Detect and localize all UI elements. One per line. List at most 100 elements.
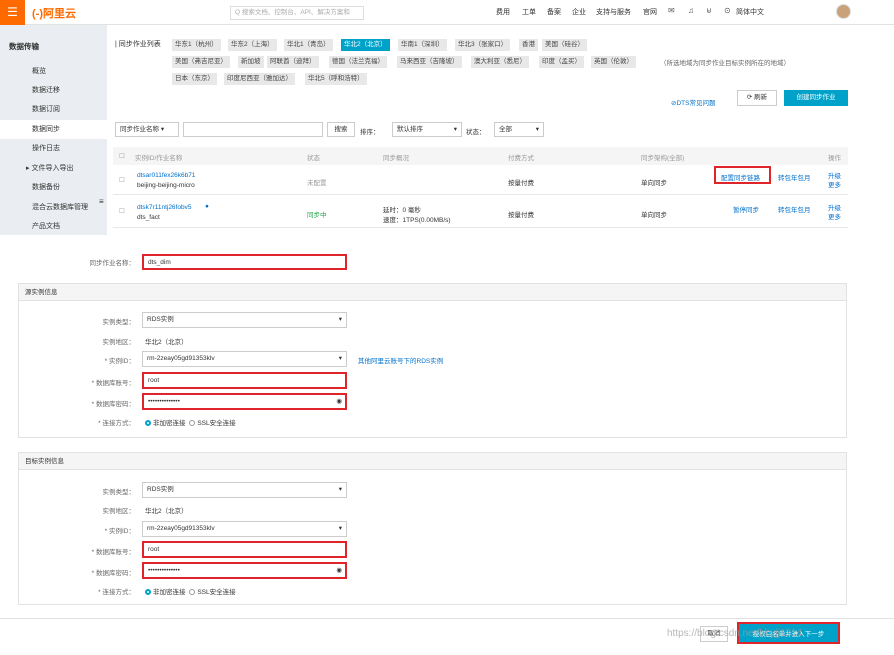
info-icon[interactable]: ●: [205, 203, 209, 210]
pause-link[interactable]: 暂停同步: [733, 204, 759, 214]
source-type-label: 实例类型：: [102, 319, 136, 326]
conn-ssl[interactable]: SSL安全连接: [197, 420, 235, 427]
target-type-select[interactable]: RDS实例 ▾: [142, 482, 347, 498]
region-tag[interactable]: 美国（弗吉尼亚）: [172, 56, 230, 68]
region-tag[interactable]: 华北5（呼和浩特）: [305, 73, 367, 85]
region-tag[interactable]: 印度（孟买）: [539, 56, 584, 68]
language-switch[interactable]: 简体中文: [736, 7, 764, 17]
delay-text: 延时：0 毫秒: [383, 207, 421, 214]
nav-website[interactable]: 官网: [643, 7, 657, 17]
sidebar-item-logs[interactable]: 操作日志: [0, 139, 107, 158]
message-icon[interactable]: ✉: [668, 6, 675, 15]
sidebar-item-subscribe[interactable]: 数据订阅: [0, 100, 107, 119]
faq-label: DTS常见问题: [676, 100, 716, 107]
source-user-label: * 数据库账号：: [91, 380, 135, 387]
sidebar-item-migration[interactable]: 数据迁移: [0, 81, 107, 100]
conn-plain[interactable]: 非加密连接: [153, 589, 186, 596]
avatar[interactable]: [836, 4, 851, 19]
pay-type: 按量付费: [508, 180, 534, 187]
row-checkbox[interactable]: ☐: [119, 176, 125, 184]
region-tag[interactable]: 华东1（杭州）: [172, 39, 221, 51]
region-tag[interactable]: 马来西亚（吉隆坡）: [397, 56, 462, 68]
refresh-button[interactable]: ⟳ 刷新: [737, 90, 777, 106]
radio-icon[interactable]: [189, 589, 196, 596]
region-tag[interactable]: 阿联酋（迪拜）: [267, 56, 319, 68]
region-tag[interactable]: 华北3（张家口）: [455, 39, 511, 51]
region-tag[interactable]: 英国（伦敦）: [591, 56, 636, 68]
region-tag[interactable]: 澳大利亚（悉尼）: [471, 56, 529, 68]
status-select[interactable]: 全部 ▾: [494, 122, 544, 137]
create-job-button[interactable]: 创建同步作业: [784, 90, 848, 106]
region-tag[interactable]: 华东2（上海）: [228, 39, 277, 51]
sidebar-item-sync[interactable]: 数据同步: [0, 120, 107, 139]
nav-support[interactable]: 支持与服务: [596, 7, 631, 17]
instance-id[interactable]: dtsar011fex26k6b71: [137, 172, 195, 179]
job-name: dts_fact: [137, 214, 160, 221]
target-user-label: * 数据库账号：: [91, 549, 135, 556]
region-tag[interactable]: 新加坡: [238, 56, 264, 68]
radio-icon[interactable]: [189, 420, 196, 427]
convert-link[interactable]: 转包年包月: [778, 204, 811, 214]
sidebar-item-overview[interactable]: 概览: [0, 62, 107, 81]
job-name-input[interactable]: dts_dim: [142, 254, 347, 270]
nav-enterprise[interactable]: 企业: [572, 7, 586, 17]
speed-text: 速度：1TPS(0.00MB/s): [383, 217, 451, 224]
source-id-select[interactable]: rm-2zeay05gd91353klv ▾: [142, 351, 347, 367]
search-button[interactable]: 搜索: [327, 122, 355, 137]
region-tag-selected[interactable]: 华北2（北京）: [341, 39, 390, 51]
sidebar-item-docs[interactable]: 产品文档: [0, 217, 107, 236]
filter-field-select[interactable]: 同步作业名称 ▾: [115, 122, 179, 137]
source-type-select[interactable]: RDS实例 ▾: [142, 312, 347, 328]
faq-link[interactable]: ⊘DTS常见问题: [671, 97, 715, 107]
more-link[interactable]: 更多: [828, 179, 841, 189]
row-checkbox[interactable]: ☐: [119, 207, 125, 215]
sidebar-item-import[interactable]: ▸ 文件导入导出: [0, 159, 107, 178]
radio-icon[interactable]: [145, 420, 151, 427]
bell-icon[interactable]: ♫: [688, 6, 694, 15]
eye-icon[interactable]: ◉: [336, 395, 342, 409]
sidebar-item-backup[interactable]: 数据备份: [0, 178, 107, 197]
region-tag[interactable]: 美国（硅谷）: [542, 39, 587, 51]
source-id-value: rm-2zeay05gd91353klv: [147, 355, 215, 362]
region-tag[interactable]: 印度尼西亚（雅加达）: [224, 73, 295, 85]
caret-down-icon: ▾: [338, 355, 342, 362]
target-pwd-input[interactable]: •••••••••••••• ◉: [142, 562, 347, 579]
source-pwd-value: ••••••••••••••: [148, 398, 180, 405]
region-tag[interactable]: 香港: [519, 39, 538, 51]
eye-icon[interactable]: ◉: [336, 564, 342, 578]
instance-id[interactable]: dtsk7r11ntj26fobv5: [137, 204, 191, 211]
nav-icp[interactable]: 备案: [547, 7, 561, 17]
source-pwd-input[interactable]: •••••••••••••• ◉: [142, 393, 347, 410]
menu-icon[interactable]: ☰: [0, 0, 25, 25]
aliyun-logo[interactable]: (-)阿里云: [32, 5, 76, 21]
nav-ticket[interactable]: 工单: [522, 7, 536, 17]
sort-select[interactable]: 默认排序 ▾: [392, 122, 462, 137]
region-tag[interactable]: 华北1（青岛）: [284, 39, 333, 51]
more-link[interactable]: 更多: [828, 211, 841, 221]
source-user-input[interactable]: root: [142, 372, 347, 389]
convert-link[interactable]: 转包年包月: [778, 172, 811, 182]
nav-fee[interactable]: 费用: [496, 7, 510, 17]
target-type-value: RDS实例: [147, 486, 174, 493]
region-tag[interactable]: 德国（法兰克福）: [329, 56, 387, 68]
caret-down-icon: ▾: [338, 316, 342, 323]
other-account-link[interactable]: 其他阿里云账号下的RDS实例: [358, 355, 443, 365]
select-all-checkbox[interactable]: ☐: [119, 152, 125, 160]
source-section-title: 源实例信息: [18, 283, 847, 301]
conn-ssl[interactable]: SSL安全连接: [197, 589, 235, 596]
sidebar-item-hybrid[interactable]: 混合云数据库管理: [0, 198, 107, 217]
target-type-label: 实例类型：: [102, 489, 136, 496]
search-input[interactable]: Q 搜索文档、控制台、API、解决方案和: [230, 6, 364, 20]
target-id-select[interactable]: rm-2zeay05gd91353klv ▾: [142, 521, 347, 537]
region-tag[interactable]: 华南1（深圳）: [398, 39, 447, 51]
region-tag[interactable]: 日本（东京）: [172, 73, 217, 85]
help-icon[interactable]: ⊙: [724, 6, 731, 15]
target-id-label: * 实例ID：: [104, 528, 135, 535]
filter-input[interactable]: [183, 122, 323, 137]
col-arch[interactable]: 同步架构(全部): [641, 152, 684, 162]
collapse-icon[interactable]: ≡: [99, 197, 104, 206]
conn-plain[interactable]: 非加密连接: [153, 420, 186, 427]
cart-icon[interactable]: ⊌: [706, 6, 712, 15]
radio-icon[interactable]: [145, 589, 151, 596]
target-user-input[interactable]: root: [142, 541, 347, 558]
